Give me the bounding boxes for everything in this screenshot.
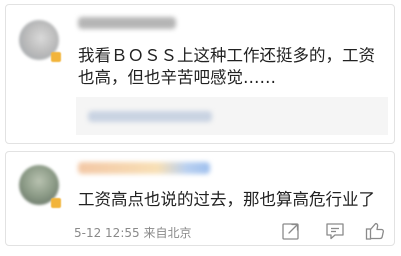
comment-card: 工资高点也说的过去，那也算高危行业了 5-12 12:55 来自北京	[5, 151, 395, 246]
verified-badge-icon	[51, 52, 61, 62]
comment-text: 工资高点也说的过去，那也算高危行业了	[78, 190, 375, 209]
share-icon	[282, 223, 299, 240]
comment-meta: 5-12 12:55 来自北京	[74, 226, 192, 240]
reply-text-redacted	[88, 111, 212, 122]
username-redacted[interactable]	[78, 17, 176, 29]
comment-text: 我看ＢＯＳＳ上这种工作还挺多的，工资也高，但也辛苦吧感觉……	[78, 46, 375, 87]
comment-card: 我看ＢＯＳＳ上这种工作还挺多的，工资也高，但也辛苦吧感觉……	[5, 4, 395, 144]
comment-icon	[326, 223, 344, 240]
username-redacted[interactable]	[78, 162, 210, 174]
share-button[interactable]	[280, 220, 302, 242]
reply-preview[interactable]	[76, 97, 388, 135]
thumbs-up-icon	[365, 222, 384, 240]
like-button[interactable]	[364, 220, 386, 242]
comment-button[interactable]	[324, 220, 346, 242]
verified-badge-icon	[51, 198, 61, 208]
